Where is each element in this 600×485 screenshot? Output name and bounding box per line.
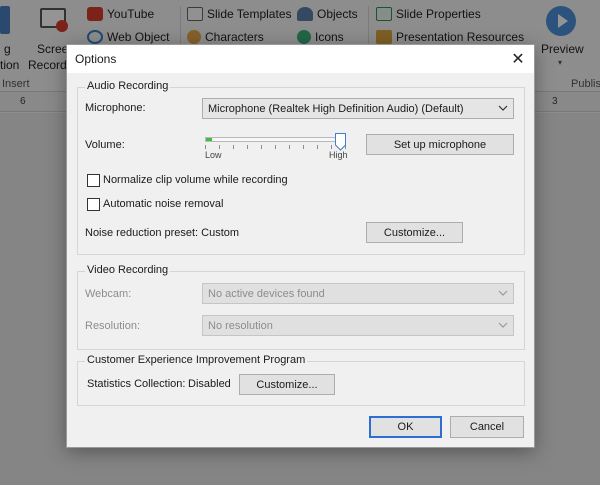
resolution-select[interactable]: No resolution <box>202 315 514 336</box>
close-button[interactable]: ✕ <box>502 45 534 73</box>
normalize-volume-checkbox[interactable] <box>87 174 100 187</box>
resolution-select-value: No resolution <box>208 319 273 332</box>
webcam-select-value: No active devices found <box>208 287 325 300</box>
microphone-select-value: Microphone (Realtek High Definition Audi… <box>208 102 464 115</box>
noise-removal-label[interactable]: Automatic noise removal <box>103 198 223 210</box>
volume-high-label: High <box>329 150 348 160</box>
volume-label: Volume: <box>85 139 125 151</box>
volume-tick <box>289 145 290 149</box>
ceip-customize-button[interactable]: Customize... <box>239 374 335 395</box>
volume-tick <box>247 145 248 149</box>
volume-tick <box>303 145 304 149</box>
ceip-legend: Customer Experience Improvement Program <box>85 354 308 366</box>
chevron-down-icon <box>498 105 508 111</box>
dialog-title: Options <box>75 52 117 66</box>
noise-removal-checkbox[interactable] <box>87 198 100 211</box>
chevron-down-icon <box>498 290 508 296</box>
ceip-group: Customer Experience Improvement Program … <box>77 354 525 406</box>
volume-tick <box>261 145 262 149</box>
resolution-label: Resolution: <box>85 320 141 332</box>
volume-tick <box>317 145 318 149</box>
volume-tick <box>275 145 276 149</box>
volume-slider-ticks <box>205 145 346 149</box>
close-icon: ✕ <box>511 51 525 68</box>
volume-slider[interactable]: Low High <box>205 132 351 162</box>
volume-slider-thumb[interactable] <box>335 133 346 151</box>
cancel-button[interactable]: Cancel <box>450 416 524 438</box>
audio-recording-group: Audio Recording Microphone: Microphone (… <box>77 80 525 255</box>
chevron-down-icon <box>498 322 508 328</box>
noise-reduction-preset-label: Noise reduction preset: Custom <box>85 227 240 239</box>
volume-tick <box>233 145 234 149</box>
webcam-label: Webcam: <box>85 288 132 300</box>
noise-preset-customize-button[interactable]: Customize... <box>366 222 463 243</box>
volume-tick <box>219 145 220 149</box>
volume-slider-track <box>205 137 346 142</box>
video-recording-group: Video Recording Webcam: No active device… <box>77 264 525 350</box>
ok-button[interactable]: OK <box>369 416 442 438</box>
statistics-collection-value: Disabled <box>188 378 231 390</box>
dialog-titlebar: Options ✕ <box>67 45 534 73</box>
options-dialog: Options ✕ Audio Recording Microphone: Mi… <box>66 44 535 448</box>
normalize-volume-label[interactable]: Normalize clip volume while recording <box>103 174 288 186</box>
set-up-microphone-button[interactable]: Set up microphone <box>366 134 514 155</box>
video-recording-legend: Video Recording <box>85 264 171 276</box>
microphone-select[interactable]: Microphone (Realtek High Definition Audi… <box>202 98 514 119</box>
audio-recording-legend: Audio Recording <box>85 80 171 92</box>
volume-tick <box>205 145 206 149</box>
volume-tick <box>331 145 332 149</box>
statistics-collection-label: Statistics Collection: <box>87 378 186 390</box>
volume-low-label: Low <box>205 150 222 160</box>
volume-level-fill <box>206 138 212 141</box>
webcam-select[interactable]: No active devices found <box>202 283 514 304</box>
microphone-label: Microphone: <box>85 102 146 114</box>
